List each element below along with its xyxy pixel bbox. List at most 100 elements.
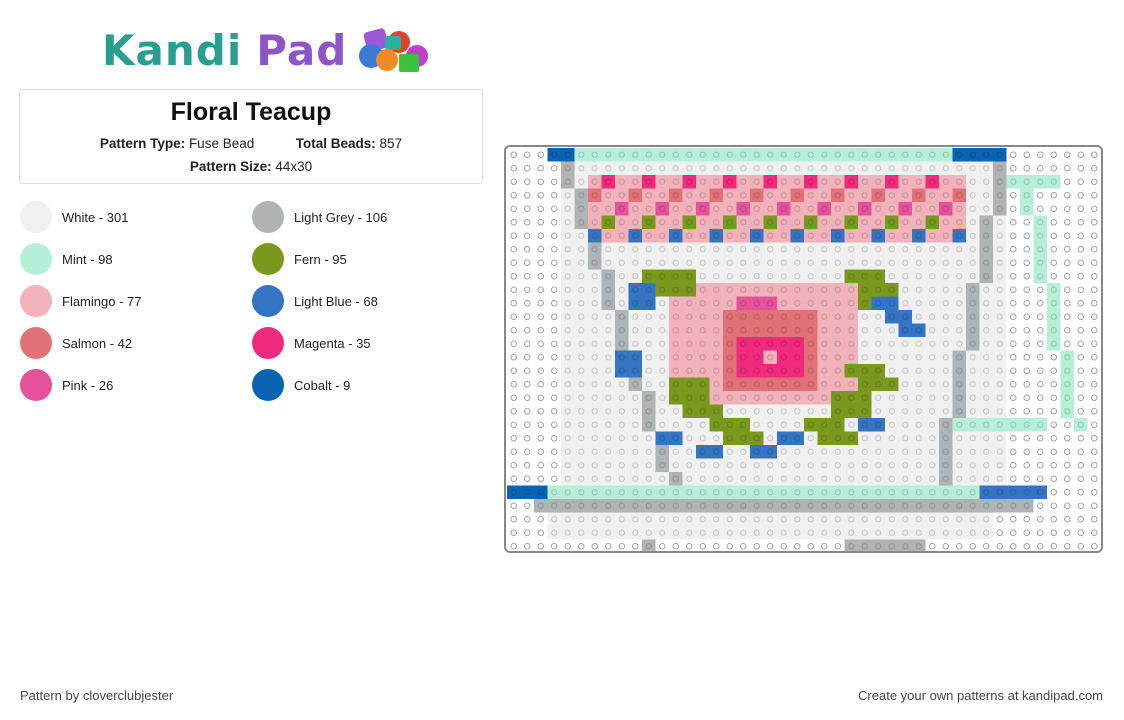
bead xyxy=(966,526,980,540)
bead xyxy=(777,377,791,391)
bead xyxy=(763,161,777,175)
bead xyxy=(993,296,1007,310)
bead xyxy=(777,283,791,297)
bead xyxy=(993,229,1007,243)
empty-peg xyxy=(1050,543,1058,550)
empty-peg xyxy=(1064,192,1071,199)
color-swatch xyxy=(20,369,52,401)
bead xyxy=(750,161,764,175)
empty-peg xyxy=(551,286,558,293)
bead xyxy=(1033,256,1047,270)
empty-peg xyxy=(1091,272,1098,280)
bead xyxy=(925,148,939,162)
bead xyxy=(655,458,669,472)
bead xyxy=(939,296,953,310)
bead xyxy=(696,364,710,378)
empty-peg xyxy=(1023,367,1031,374)
bead xyxy=(966,256,980,270)
empty-peg xyxy=(524,367,531,374)
bead xyxy=(736,283,750,297)
bead xyxy=(588,242,602,256)
bead xyxy=(574,283,588,297)
empty-peg xyxy=(524,272,531,280)
pattern-size-row: Pattern Size: 44x30 xyxy=(20,159,482,174)
bead xyxy=(952,445,966,459)
empty-peg xyxy=(537,462,545,469)
empty-peg xyxy=(1077,529,1085,537)
bead xyxy=(736,512,750,526)
bead xyxy=(574,512,588,526)
bead xyxy=(655,215,669,229)
bead xyxy=(561,256,575,270)
empty-peg xyxy=(1037,326,1044,334)
bead xyxy=(655,431,669,445)
bead xyxy=(696,445,710,459)
empty-peg xyxy=(1091,245,1098,253)
bead xyxy=(979,526,993,540)
bead xyxy=(885,472,899,486)
empty-peg xyxy=(1037,448,1044,456)
bead xyxy=(790,310,804,324)
bead xyxy=(682,175,696,189)
bead xyxy=(723,431,737,445)
bead xyxy=(750,485,764,499)
bead xyxy=(966,499,980,513)
bead xyxy=(952,418,966,432)
bead xyxy=(858,161,872,175)
bead xyxy=(871,323,885,337)
bead xyxy=(844,377,858,391)
bead xyxy=(817,175,831,189)
bead xyxy=(723,283,737,297)
bead xyxy=(831,215,845,229)
bead xyxy=(939,323,953,337)
bead xyxy=(709,404,723,418)
bead xyxy=(777,418,791,432)
bead xyxy=(885,350,899,364)
bead xyxy=(790,188,804,202)
bead xyxy=(871,310,885,324)
bead xyxy=(925,242,939,256)
empty-peg xyxy=(1064,178,1071,186)
bead xyxy=(804,391,818,405)
empty-peg xyxy=(537,151,545,158)
bead xyxy=(709,202,723,216)
empty-peg xyxy=(753,543,760,550)
bead xyxy=(844,256,858,270)
bead xyxy=(790,242,804,256)
bead xyxy=(831,296,845,310)
bead xyxy=(642,269,656,283)
bead xyxy=(642,512,656,526)
bead xyxy=(952,512,966,526)
bead xyxy=(723,188,737,202)
kandi-pad-logo[interactable]: Kandi Pad xyxy=(102,24,433,76)
bead xyxy=(615,148,629,162)
empty-peg xyxy=(712,543,720,550)
bead xyxy=(804,377,818,391)
bead xyxy=(669,512,683,526)
empty-peg xyxy=(510,421,517,429)
empty-peg xyxy=(1091,408,1098,415)
empty-peg xyxy=(537,313,545,320)
bead xyxy=(615,229,629,243)
bead xyxy=(696,161,710,175)
kandipad-link[interactable]: Create your own patterns at kandipad.com xyxy=(858,688,1103,703)
color-swatch xyxy=(20,243,52,275)
bead xyxy=(777,404,791,418)
bead xyxy=(979,161,993,175)
bead xyxy=(871,526,885,540)
bead xyxy=(844,310,858,324)
bead xyxy=(601,256,615,270)
bead xyxy=(723,148,737,162)
empty-peg xyxy=(510,462,517,469)
bead xyxy=(979,364,993,378)
bead xyxy=(601,377,615,391)
bead xyxy=(790,472,804,486)
bead xyxy=(750,175,764,189)
bead xyxy=(696,188,710,202)
bead xyxy=(993,499,1007,513)
empty-peg xyxy=(658,543,666,550)
bead xyxy=(628,188,642,202)
bead xyxy=(736,337,750,351)
empty-peg xyxy=(1023,543,1031,550)
bead xyxy=(682,512,696,526)
